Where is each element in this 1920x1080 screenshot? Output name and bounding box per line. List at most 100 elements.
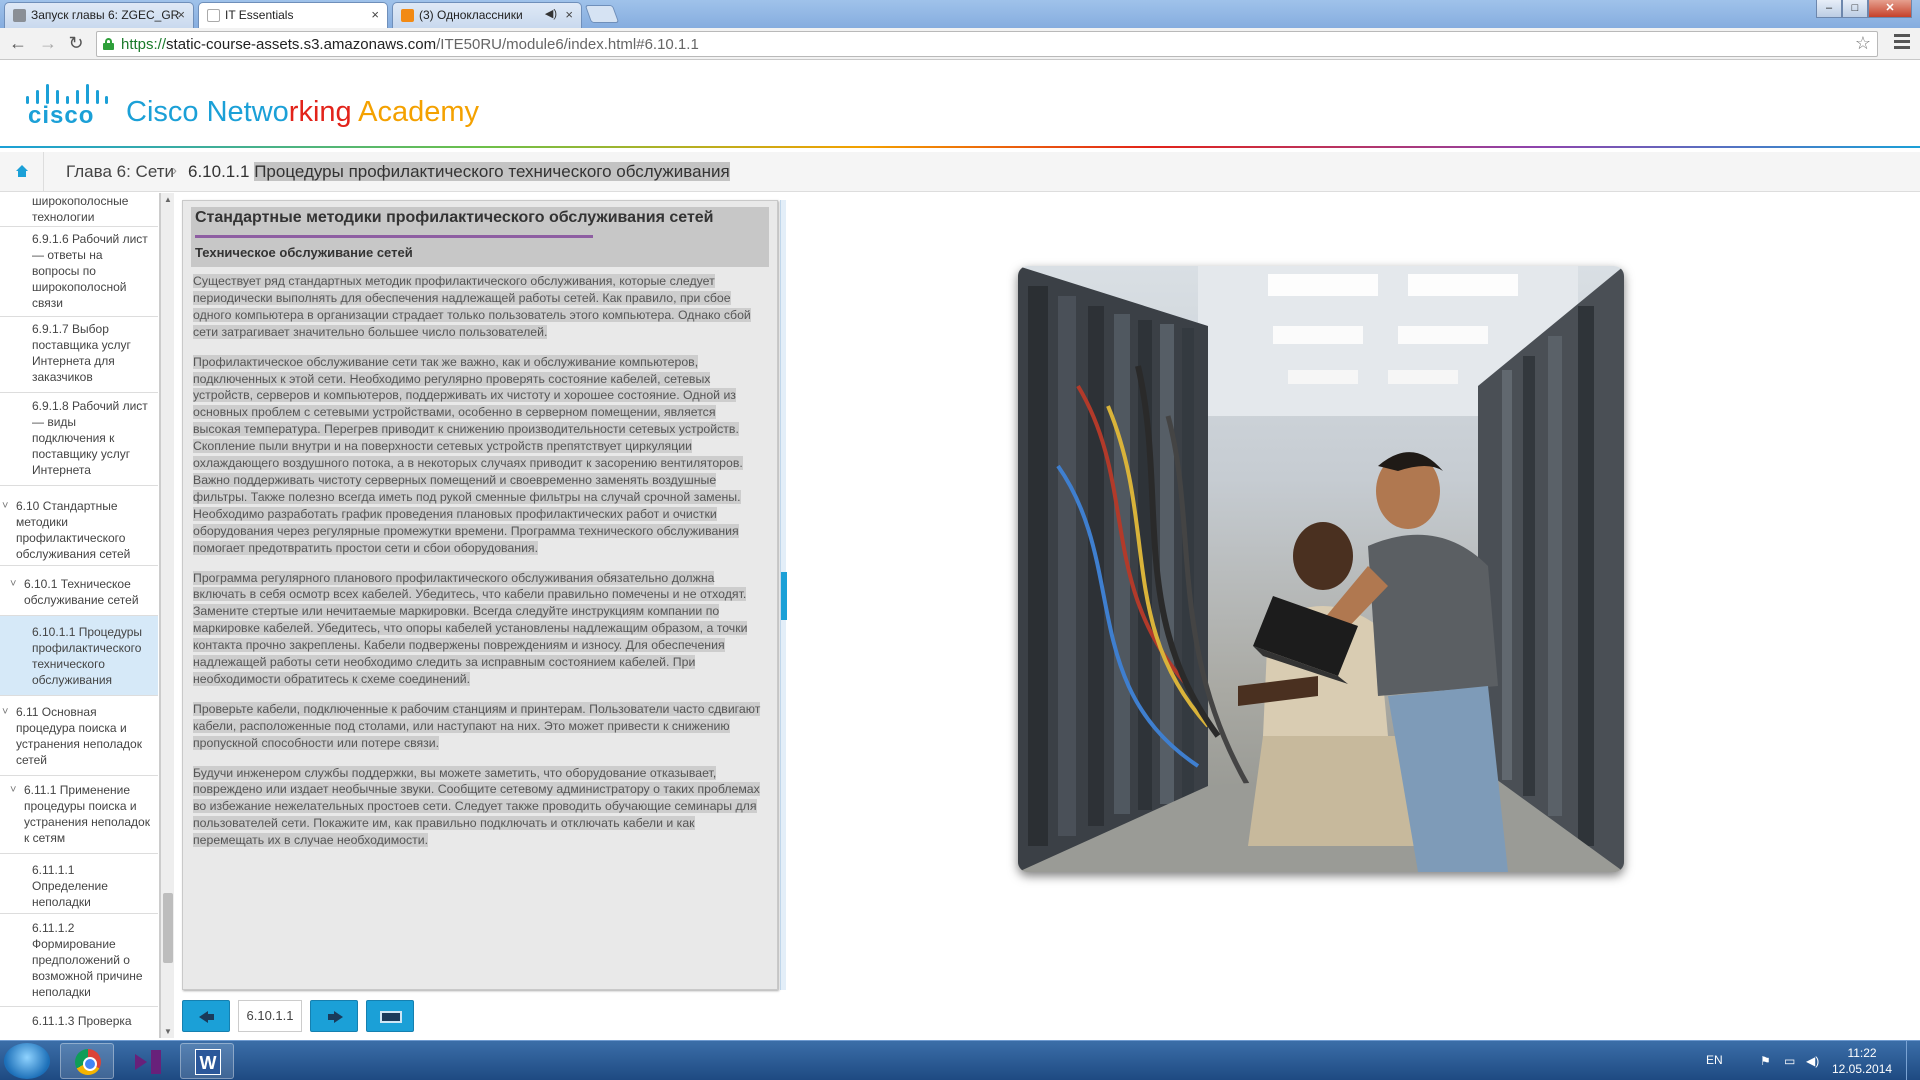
clock-date: 12.05.2014 [1832, 1062, 1893, 1076]
title-underline [195, 235, 593, 238]
scrollbar-thumb[interactable] [781, 572, 787, 620]
scroll-up-icon[interactable]: ▲ [162, 195, 174, 204]
close-tab-icon[interactable]: × [565, 7, 573, 22]
cisco-wordmark: cisco [28, 102, 95, 129]
taskbar-chrome[interactable] [60, 1043, 114, 1079]
sidebar-item-label: 6.11.1.3 Проверка [32, 1014, 132, 1028]
chevron-down-icon[interactable]: ˅ [2, 498, 8, 514]
url-host: static-course-assets.s3.amazonaws.com [166, 36, 437, 53]
breadcrumb-chapter[interactable]: Глава 6: Сети [66, 162, 174, 182]
content-paragraph: Программа регулярного планового профилак… [193, 570, 748, 686]
arrow-right-icon [334, 1011, 343, 1023]
speaker-icon: ◀) [544, 8, 557, 20]
header-divider [0, 146, 1920, 148]
taskbar-word[interactable]: W [180, 1043, 234, 1079]
content-panel: Стандартные методики профилактического о… [182, 200, 778, 990]
server-room-photo [1018, 266, 1624, 872]
cisco-logo[interactable]: cisco [24, 82, 108, 129]
sidebar-item-broadband-tech[interactable]: широкополосные технологии [0, 193, 158, 227]
course-navigation-sidebar: широкополосные технологии 6.9.1.6 Рабочи… [0, 193, 160, 1038]
academy-title: Cisco Networking Academy [126, 96, 479, 129]
maximize-button[interactable]: □ [1842, 0, 1868, 18]
star-icon[interactable]: ☆ [1855, 33, 1871, 54]
previous-page-button[interactable] [182, 1000, 230, 1032]
sidebar-item-6-11-1[interactable]: ˅ 6.11.1 Применение процедуры поиска и у… [0, 776, 158, 854]
content-scrollbar[interactable] [780, 200, 787, 990]
screen-icon [380, 1011, 402, 1023]
taskbar-visual-studio[interactable] [120, 1043, 174, 1079]
sidebar-item-label: 6.9.1.8 Рабочий лист — виды подключения … [32, 399, 148, 477]
panel-header: Стандартные методики профилактического о… [191, 207, 769, 267]
lock-icon [103, 38, 114, 50]
back-icon[interactable]: ← [6, 32, 30, 56]
language-indicator[interactable]: EN [1706, 1053, 1723, 1067]
start-button[interactable] [4, 1043, 50, 1079]
page-subtitle: Техническое обслуживание сетей [195, 245, 413, 260]
content-body: Существует ряд стандартных методик профи… [193, 273, 763, 973]
close-window-button[interactable]: ✕ [1868, 0, 1912, 18]
content-paragraph: Существует ряд стандартных методик профи… [193, 274, 751, 339]
chevron-down-icon[interactable]: ˅ [10, 576, 16, 592]
fullscreen-button[interactable] [366, 1000, 414, 1032]
word-icon: W [195, 1049, 221, 1075]
windows-taskbar: W EN ⚑ ▭ ◀) 11:22 12.05.2014 [0, 1040, 1920, 1080]
reload-icon[interactable]: ↻ [64, 32, 88, 56]
chrome-icon [75, 1049, 101, 1075]
system-clock[interactable]: 11:22 12.05.2014 [1832, 1045, 1892, 1077]
sidebar-item-label: 6.10 Стандартные методики профилактическ… [16, 499, 131, 561]
new-tab-button[interactable] [584, 5, 620, 23]
home-icon[interactable] [0, 152, 44, 192]
next-page-button[interactable] [310, 1000, 358, 1032]
chevron-down-icon[interactable]: ˅ [2, 704, 8, 720]
volume-icon[interactable]: ◀) [1806, 1054, 1819, 1068]
title-part: Academy [358, 96, 479, 128]
close-tab-icon[interactable]: × [371, 7, 379, 22]
tab-it-essentials[interactable]: IT Essentials × [198, 2, 388, 28]
visual-studio-icon [135, 1050, 161, 1074]
sidebar-item-6-10-1-1[interactable]: 6.10.1.1 Процедуры профилактического тех… [0, 616, 158, 696]
breadcrumb-separator: › [172, 162, 177, 179]
minimize-button[interactable]: – [1816, 0, 1842, 18]
close-tab-icon[interactable]: × [177, 7, 185, 22]
technicians-in-server-room-image [1018, 266, 1624, 872]
sidebar-item-6-9-1-8[interactable]: 6.9.1.8 Рабочий лист — виды подключения … [0, 393, 158, 486]
url-text: https://static-course-assets.s3.amazonaw… [121, 36, 699, 53]
title-part: Cisco [126, 96, 207, 128]
sidebar-item-6-11-1-1[interactable]: 6.11.1.1 Определение неполадки [0, 854, 158, 914]
content-paragraph: Будучи инженером службы поддержки, вы мо… [193, 765, 760, 848]
tab-label: (3) Одноклассники [419, 8, 523, 22]
scrollbar-thumb[interactable] [163, 893, 173, 963]
sidebar-item-6-9-1-7[interactable]: 6.9.1.7 Выбор поставщика услуг Интернета… [0, 317, 158, 393]
sidebar-item-6-11[interactable]: ˅ 6.11 Основная процедура поиска и устра… [0, 696, 158, 776]
breadcrumb-current-page: 6.10.1.1 Процедуры профилактического тех… [188, 162, 730, 182]
page-title: Стандартные методики профилактического о… [195, 209, 714, 226]
address-bar[interactable]: https://static-course-assets.s3.amazonaw… [96, 31, 1878, 57]
sidebar-item-label: 6.10.1 Техническое обслуживание сетей [24, 577, 139, 607]
page-number-field[interactable]: 6.10.1.1 [238, 1000, 302, 1032]
tab-label: Запуск главы 6: ZGEC_GR [31, 8, 180, 22]
chevron-down-icon[interactable]: ˅ [10, 782, 16, 798]
sidebar-item-6-11-1-3[interactable]: 6.11.1.3 Проверка [0, 1007, 158, 1038]
url-protocol: https:// [121, 36, 167, 53]
show-desktop-button[interactable] [1906, 1041, 1920, 1080]
sidebar-item-label: 6.11.1.1 Определение неполадки [32, 863, 108, 909]
browser-tab-bar: Запуск главы 6: ZGEC_GR × IT Essentials … [0, 0, 1920, 28]
menu-icon[interactable] [1894, 34, 1910, 52]
sidebar-item-6-10-1[interactable]: ˅ 6.10.1 Техническое обслуживание сетей [0, 566, 158, 616]
forward-icon[interactable]: → [36, 32, 60, 56]
scroll-down-icon[interactable]: ▼ [162, 1027, 174, 1036]
browser-toolbar: ← → ↻ https://static-course-assets.s3.am… [0, 28, 1920, 60]
tab-chapter-launch[interactable]: Запуск главы 6: ZGEC_GR × [4, 2, 194, 28]
arrow-left-icon [199, 1011, 208, 1023]
sidebar-scrollbar[interactable]: ▲ ▼ [160, 193, 174, 1038]
breadcrumb-page-title: Процедуры профилактического технического… [254, 162, 730, 181]
tab-odnoklassniki[interactable]: (3) Одноклассники ◀) × [392, 2, 582, 28]
sidebar-item-6-10[interactable]: ˅ 6.10 Стандартные методики профилактиче… [0, 486, 158, 566]
sidebar-item-6-11-1-2[interactable]: 6.11.1.2 Формирование предположений о во… [0, 914, 158, 1007]
flag-icon[interactable]: ⚑ [1760, 1054, 1771, 1068]
title-part: rking [288, 96, 359, 128]
network-icon[interactable]: ▭ [1784, 1054, 1795, 1068]
breadcrumb-page-number: 6.10.1.1 [188, 162, 250, 181]
sidebar-item-6-9-1-6[interactable]: 6.9.1.6 Рабочий лист — ответы на вопросы… [0, 227, 158, 317]
content-paragraph: Профилактическое обслуживание сети так ж… [193, 354, 743, 555]
